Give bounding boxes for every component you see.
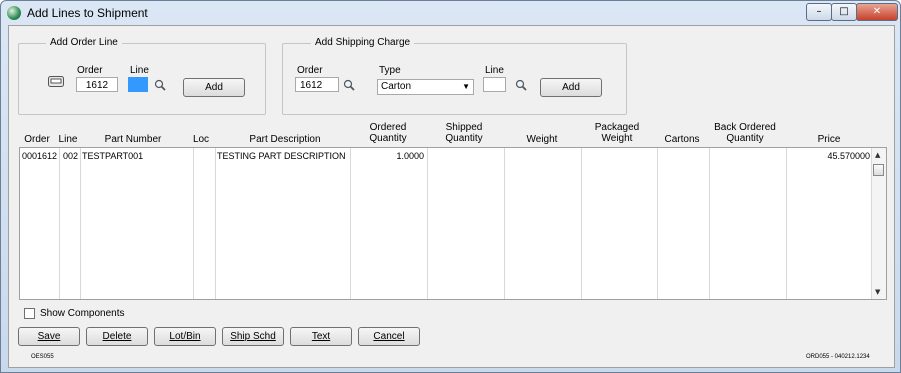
cell-ordered-quantity: 1.0000: [396, 151, 424, 161]
col-header-shipped-quantity[interactable]: Shipped Quantity: [429, 122, 499, 144]
column-divider: [581, 148, 582, 299]
col-header-order[interactable]: Order: [24, 134, 50, 145]
show-components-label[interactable]: Show Components: [40, 308, 125, 319]
button-label: Delete: [102, 331, 132, 342]
button-label: Lot/Bin: [169, 331, 201, 342]
add-order-line-button[interactable]: Add: [183, 78, 245, 97]
column-divider: [80, 148, 81, 299]
vertical-scrollbar[interactable]: ▲ ▼: [871, 148, 886, 299]
col-header-line[interactable]: Line: [57, 134, 79, 145]
scroll-down-icon[interactable]: ▼: [875, 288, 880, 296]
button-label: Save: [37, 331, 61, 342]
add-order-line-group: Add Order Line Order 1612 Line Add: [18, 37, 266, 115]
header-line-1: Back Ordered: [714, 122, 776, 133]
save-button[interactable]: Save: [18, 327, 80, 346]
column-divider: [215, 148, 216, 299]
text-button[interactable]: Text: [290, 327, 352, 346]
type-selected-value: Carton: [381, 81, 412, 92]
column-divider: [504, 148, 505, 299]
header-line-1: Shipped: [445, 122, 483, 133]
line-label: Line: [485, 65, 504, 76]
scroll-up-icon[interactable]: ▲: [875, 151, 880, 159]
app-window: Add Lines to Shipment – □ ✕ Add Order Li…: [0, 0, 901, 373]
add-shipping-charge-button[interactable]: Add: [540, 78, 602, 97]
form-id-right: ORD055 - 040212.1234: [806, 354, 870, 360]
add-shipping-charge-group: Add Shipping Charge Order 1612 Type Cart…: [282, 37, 627, 115]
column-divider: [193, 148, 194, 299]
column-divider: [657, 148, 658, 299]
col-header-part-number[interactable]: Part Number: [93, 134, 173, 145]
minimize-button[interactable]: –: [806, 3, 832, 21]
line-label: Line: [130, 65, 149, 76]
column-divider: [786, 148, 787, 299]
group-title: Add Order Line: [46, 37, 122, 48]
type-label: Type: [379, 65, 401, 76]
close-button[interactable]: ✕: [856, 3, 898, 21]
title-bar[interactable]: Add Lines to Shipment – □ ✕: [1, 1, 900, 25]
column-divider: [350, 148, 351, 299]
header-line-2: Quantity: [445, 133, 483, 144]
window-title: Add Lines to Shipment: [27, 6, 148, 20]
order-label: Order: [297, 65, 323, 76]
shipment-lines-grid[interactable]: 0001612 002 TESTPART001 TESTING PART DES…: [19, 147, 887, 300]
scrollbar-thumb[interactable]: [873, 164, 884, 176]
col-header-ordered-quantity[interactable]: Ordered Quantity: [353, 122, 423, 144]
shipping-order-input[interactable]: 1612: [295, 77, 339, 92]
col-header-back-ordered-quantity[interactable]: Back Ordered Quantity: [709, 122, 781, 144]
order-input[interactable]: 1612: [76, 77, 118, 92]
col-header-price[interactable]: Price: [809, 134, 849, 145]
cell-order: 0001612: [22, 151, 58, 161]
ship-schd-button[interactable]: Ship Schd: [222, 327, 284, 346]
cell-price: 45.570000: [827, 151, 870, 161]
line-input[interactable]: [128, 77, 148, 92]
group-title: Add Shipping Charge: [311, 37, 415, 48]
col-header-part-description[interactable]: Part Description: [235, 134, 335, 145]
column-divider: [59, 148, 60, 299]
cell-part-number: TESTPART001: [82, 151, 144, 161]
col-header-loc[interactable]: Loc: [189, 134, 213, 145]
header-line-1: Packaged: [594, 122, 640, 133]
magnifier-icon[interactable]: [343, 79, 355, 91]
col-header-cartons[interactable]: Cartons: [659, 134, 705, 145]
column-divider: [709, 148, 710, 299]
header-line-1: Ordered: [369, 122, 407, 133]
header-line-2: Weight: [601, 133, 633, 144]
col-header-weight[interactable]: Weight: [517, 134, 567, 145]
column-divider: [427, 148, 428, 299]
cell-line: 002: [63, 151, 79, 161]
dialog-body: Add Order Line Order 1612 Line Add Add S…: [8, 25, 895, 368]
type-select[interactable]: Carton ▼: [377, 79, 474, 95]
button-label: Text: [311, 331, 331, 342]
chevron-down-icon: ▼: [462, 82, 470, 91]
show-components-checkbox[interactable]: [24, 308, 35, 319]
delete-button[interactable]: Delete: [86, 327, 148, 346]
cell-part-description: TESTING PART DESCRIPTION: [217, 151, 346, 161]
col-header-packaged-weight[interactable]: Packaged Weight: [582, 122, 652, 144]
order-label: Order: [77, 65, 103, 76]
header-line-2: Quantity: [726, 133, 764, 144]
magnifier-icon[interactable]: [515, 79, 527, 91]
button-label: Ship Schd: [230, 331, 276, 342]
table-row[interactable]: 0001612 002 TESTPART001 TESTING PART DES…: [20, 148, 871, 162]
magnifier-icon[interactable]: [154, 79, 166, 91]
scanner-icon[interactable]: [48, 76, 64, 87]
form-id-left: OES055: [31, 354, 54, 360]
header-line-2: Quantity: [369, 133, 407, 144]
maximize-button[interactable]: □: [831, 3, 857, 21]
cancel-button[interactable]: Cancel: [358, 327, 420, 346]
lot-bin-button[interactable]: Lot/Bin: [154, 327, 216, 346]
app-globe-icon: [7, 6, 21, 20]
button-label: Cancel: [373, 331, 405, 342]
shipping-line-input[interactable]: [483, 77, 506, 92]
